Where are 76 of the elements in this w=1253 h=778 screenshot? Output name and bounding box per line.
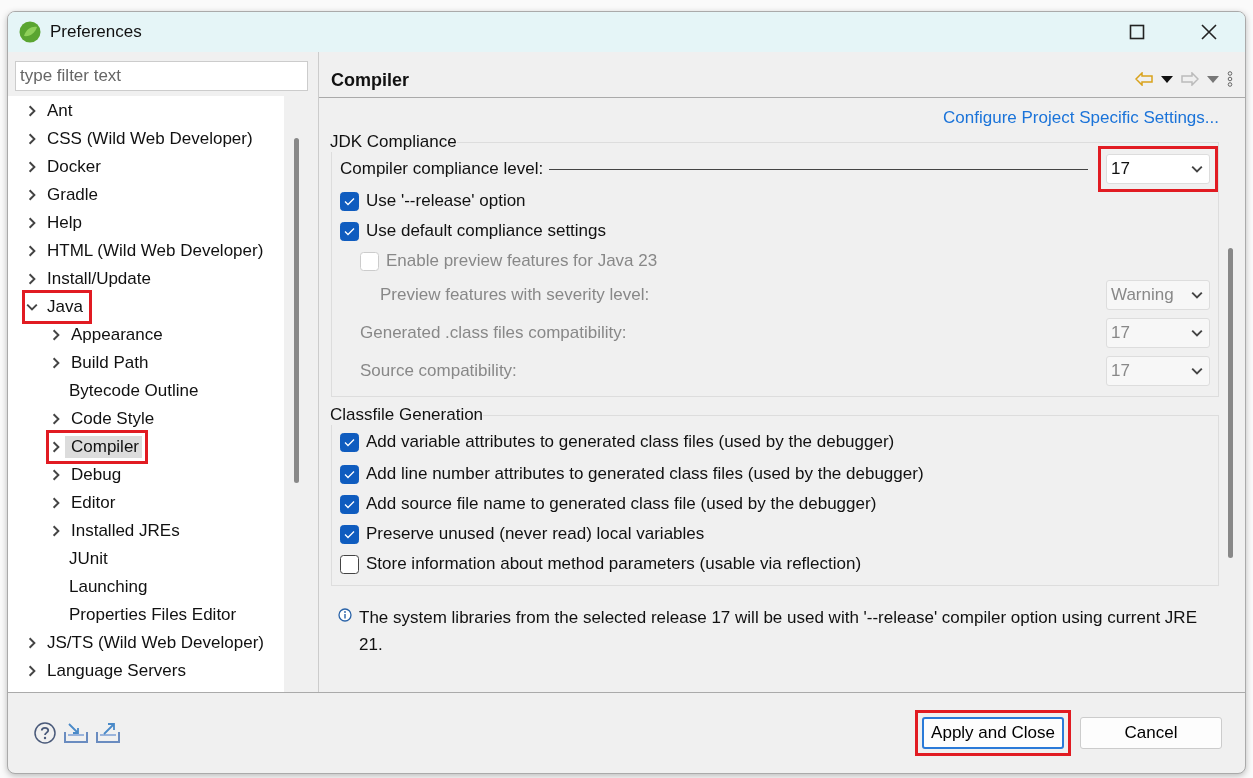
leaf-logo-icon (19, 21, 41, 43)
chevron-icon[interactable] (50, 469, 62, 481)
chevron-icon[interactable] (26, 273, 38, 285)
tree-item[interactable]: JS/TS (Wild Web Developer) (26, 630, 269, 656)
chevron-icon[interactable] (26, 133, 38, 145)
checkbox[interactable] (340, 524, 359, 544)
caret-icon[interactable] (1161, 75, 1173, 83)
tree-item[interactable]: HTML (Wild Web Developer) (26, 238, 269, 264)
chevron-icon[interactable] (26, 637, 38, 649)
import-icon[interactable] (64, 723, 88, 743)
checkbox-label: Store information about method parameters (usable via reflection) (366, 554, 862, 574)
checkbox-label: Enable preview features for Java 23 (386, 251, 658, 271)
info-icon (338, 608, 352, 622)
group-title: Classfile Generation (330, 405, 484, 425)
tree-item[interactable]: Ant (26, 98, 78, 124)
tree-item[interactable]: Build Path (50, 350, 154, 376)
page-title: Compiler (331, 69, 409, 91)
tree-item[interactable]: Java (26, 294, 88, 320)
close-icon[interactable] (1201, 24, 1217, 40)
chevron-icon[interactable] (50, 525, 62, 537)
chevron-icon[interactable] (50, 329, 62, 341)
field-label: Preview features with severity level: (380, 285, 650, 305)
export-icon[interactable] (96, 723, 120, 743)
tree-item[interactable]: Language Servers (26, 658, 191, 684)
tree-item[interactable]: Install/Update (26, 266, 156, 292)
checkbox[interactable] (340, 494, 359, 514)
group-title: JDK Compliance (330, 132, 457, 152)
tree-item[interactable]: CSS (Wild Web Developer) (26, 126, 258, 152)
checkbox[interactable] (340, 554, 359, 574)
tree-item[interactable]: Bytecode Outline (50, 378, 204, 404)
chevron-icon[interactable] (26, 161, 38, 173)
tree-item[interactable]: Gradle (26, 182, 104, 208)
field-label: Generated .class files compatibility: (360, 323, 627, 343)
chevron-icon[interactable] (50, 357, 62, 369)
tree-item[interactable]: JUnit (50, 546, 113, 572)
dialog-button[interactable]: Cancel (1080, 717, 1222, 749)
tree-item[interactable]: Help (26, 210, 87, 236)
dropdown[interactable]: 17 (1106, 154, 1210, 184)
tree-item[interactable]: Debug (50, 462, 127, 488)
checkbox-label: Add variable attributes to generated class files (used by the debugger) (366, 432, 895, 452)
checkbox-label: Preserve unused (never read) local variables (366, 524, 705, 544)
tree-item[interactable]: Docker (26, 154, 106, 180)
chevron-icon[interactable] (26, 217, 38, 229)
tree-item[interactable]: Appearance (50, 322, 168, 348)
checkbox[interactable] (340, 221, 359, 241)
caret-icon[interactable] (1191, 163, 1203, 175)
tree-item[interactable]: Installed JREs (50, 518, 185, 544)
checkbox-label: Use default compliance settings (366, 221, 607, 241)
filter-field[interactable]: type filter text (15, 61, 308, 91)
menu-icon[interactable] (1227, 71, 1233, 87)
checkbox-label: Add source file name to generated class file (used by the debugger) (366, 494, 877, 514)
chevron-icon[interactable] (50, 497, 62, 509)
chevron-icon[interactable] (50, 413, 62, 425)
chevron-icon[interactable] (26, 189, 38, 201)
help-icon[interactable] (34, 722, 56, 744)
tree-item[interactable]: Properties Files Editor (50, 602, 242, 628)
checkbox[interactable] (340, 464, 359, 484)
dialog-button[interactable]: Apply and Close (922, 717, 1064, 749)
checkbox[interactable] (340, 191, 359, 211)
project-settings-link[interactable]: Configure Project Specific Settings... (943, 108, 1219, 128)
chevron-icon[interactable] (50, 441, 62, 453)
chevron-icon[interactable] (26, 245, 38, 257)
chevron-icon[interactable] (26, 105, 38, 117)
field-label: Compiler compliance level: (340, 159, 544, 179)
checkbox-label: Add line number attributes to generated class files (used by the debugger) (366, 464, 924, 484)
tree-item[interactable]: Code Style (50, 406, 160, 432)
maximize-icon[interactable] (1129, 24, 1145, 40)
info-message: The system libraries from the selected release 17 will be used with '--release' compiler option using current JRE 21. (359, 607, 1198, 656)
checkbox-label: Use '--release' option (366, 191, 526, 211)
field-label: Source compatibility: (360, 361, 517, 381)
chevron-icon[interactable] (26, 301, 38, 313)
window-title: Preferences (50, 22, 142, 42)
chevron-icon[interactable] (26, 665, 38, 677)
checkbox[interactable] (340, 432, 359, 452)
tree-item[interactable]: Editor (50, 490, 121, 516)
tree-item[interactable]: Launching (50, 574, 153, 600)
